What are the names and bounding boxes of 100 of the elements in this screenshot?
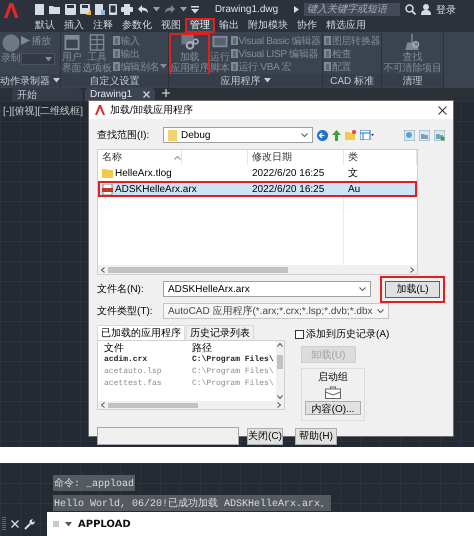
table-cell-text: 2022/6/20 16:25 [251, 168, 326, 178]
checkbox[interactable] [295, 330, 304, 338]
scroll-right-icon[interactable] [410, 266, 414, 272]
table-cell: ADSKHelleArx.arx [98, 184, 248, 194]
file-type-dropdown[interactable]: AutoCAD 应用程序(*.arx;*.crx;*.lsp;*.dvb;*.dbx [163, 302, 389, 318]
document-tab[interactable]: 开始 [12, 88, 82, 101]
column-header[interactable]: 文件 [104, 341, 192, 355]
scroll-left-icon[interactable] [101, 266, 105, 272]
mobile-icon[interactable] [109, 4, 117, 15]
undo-menu-icon [153, 7, 160, 12]
user-icon[interactable] [421, 4, 431, 15]
command-line-field[interactable]: APPLOAD [47, 512, 474, 536]
caret-icon [65, 522, 72, 526]
macro-dropdown[interactable] [21, 53, 56, 65]
chevron-icon [301, 133, 308, 137]
scroll-left-icon[interactable] [101, 402, 105, 408]
ribbon-tab[interactable]: 默认 [31, 19, 59, 32]
grip-icon[interactable] [2, 517, 6, 531]
ribbon-tab[interactable]: 插入 [60, 19, 88, 32]
table-cell-text: acettest.fas [104, 378, 163, 388]
wrench-icon[interactable] [24, 518, 35, 530]
ribbon-tab[interactable]: 附加模块 [244, 19, 292, 32]
scroll-up-icon[interactable] [277, 343, 283, 347]
file-name-field[interactable]: ADSKHelleArx.arx [163, 281, 371, 297]
app-logo [3, 2, 19, 18]
new-folder-icon[interactable] [345, 130, 356, 140]
column-header[interactable]: 类 [344, 150, 417, 165]
document-icon [112, 49, 120, 58]
caret-icon [53, 78, 60, 83]
table-cell-text: acdim.crx [104, 354, 148, 364]
document-icon [324, 62, 331, 71]
checkbox-label[interactable]: 添加到历史记录(A) [306, 327, 390, 341]
dialog-button[interactable]: 帮助(H) [295, 428, 337, 444]
ribbon-tab[interactable]: 视图 [157, 19, 185, 32]
tab[interactable]: 已加载的应用程序 [97, 325, 185, 340]
group-title: 启动组 [318, 370, 348, 384]
arx-file-icon [102, 184, 113, 194]
document-icon [324, 36, 331, 45]
ribbon-tab[interactable]: 精选应用 [322, 19, 370, 32]
add-tab-icon[interactable] [162, 89, 170, 97]
scroll-right-icon[interactable] [277, 402, 281, 408]
document-icon [324, 49, 331, 58]
dialog-title: 加载/卸载应用程序 [110, 104, 194, 117]
file-row[interactable]: ADSKHelleArx.arx 2022/6/20 16:25 Au [98, 181, 417, 197]
look-in-dropdown[interactable]: Debug [163, 127, 313, 143]
document-icon [230, 62, 238, 71]
contents-button[interactable]: 内容(O)... [305, 401, 361, 415]
chevron-icon [377, 308, 384, 312]
dialog-button[interactable]: 关闭(C) [247, 428, 283, 444]
tab[interactable]: 历史记录列表 [186, 325, 254, 339]
table-cell-text: 文 [347, 166, 359, 180]
ribbon-tab[interactable]: 注释 [89, 19, 117, 32]
document-icon [230, 49, 238, 58]
field-label: 文件名(N): [97, 282, 145, 296]
horizontal-scrollbar[interactable] [98, 401, 284, 409]
back-icon[interactable] [317, 130, 328, 140]
save-icon[interactable] [65, 4, 76, 15]
undo-icon[interactable] [137, 5, 149, 14]
loaded-apps-list[interactable]: 文件 路径 acdim.crx C:\Program Files\ acetauto.lsp C:\Program Files\ acettest.fas C:\Program Files\ [97, 340, 285, 410]
chevron-icon [45, 56, 52, 62]
view-menu-icon[interactable] [360, 130, 374, 140]
file-row[interactable]: HelleArx.tlog 2022/6/20 16:25 文 [98, 165, 417, 181]
document-tab[interactable]: Drawing1 [85, 88, 155, 101]
document-icon [112, 36, 120, 45]
ribbon-tab[interactable]: 参数化 [118, 19, 156, 32]
column-header[interactable]: 修改日期 [248, 150, 344, 165]
document-icon [230, 36, 238, 45]
document-icon [112, 62, 120, 71]
customize-menu-icon[interactable] [191, 6, 199, 14]
open-folder-icon[interactable] [49, 4, 61, 15]
briefcase-icon [325, 386, 341, 399]
app-logo [95, 105, 105, 115]
ribbon-tab[interactable]: 管理 [186, 19, 214, 32]
gears-icon [180, 34, 200, 51]
up-folder-icon[interactable] [332, 130, 341, 140]
web-folder-icon[interactable] [434, 130, 445, 140]
document-icon[interactable] [95, 4, 105, 15]
folder-icon [168, 130, 177, 140]
viewport-label[interactable]: [-][俯视][二维线框] [3, 104, 83, 118]
load-button[interactable]: 加载(L) [385, 280, 440, 298]
field-label: 文件类型(T): [97, 304, 154, 318]
record-icon [2, 34, 20, 52]
search-field[interactable]: 键入关键字或短语 [304, 3, 400, 16]
new-file-icon[interactable] [34, 4, 45, 15]
horizontal-scrollbar[interactable] [98, 265, 417, 274]
close-icon[interactable] [438, 106, 447, 114]
scroll-down-icon[interactable] [277, 395, 283, 399]
search-icon[interactable] [405, 4, 416, 15]
table-cell-text: C:\Program Files\ [192, 378, 275, 388]
redo-icon[interactable] [164, 5, 176, 14]
redo-menu-icon [180, 7, 187, 12]
ribbon-tab[interactable]: 输出 [215, 19, 243, 32]
column-header[interactable]: 路径 [192, 341, 276, 355]
save-as-icon[interactable] [80, 4, 91, 15]
file-list[interactable]: 名称 修改日期 类 HelleArx.tlog 2022/6/20 16:25 文 ADSKHelleArx.arx 2022/6/20 16:25 Au [97, 149, 418, 275]
caret-icon [264, 78, 271, 83]
vertical-scrollbar[interactable] [276, 341, 284, 401]
sign-in-link[interactable]: 登录 [436, 2, 456, 16]
column-header[interactable]: 名称 [98, 150, 248, 165]
ribbon-tab[interactable]: 协作 [293, 19, 321, 32]
